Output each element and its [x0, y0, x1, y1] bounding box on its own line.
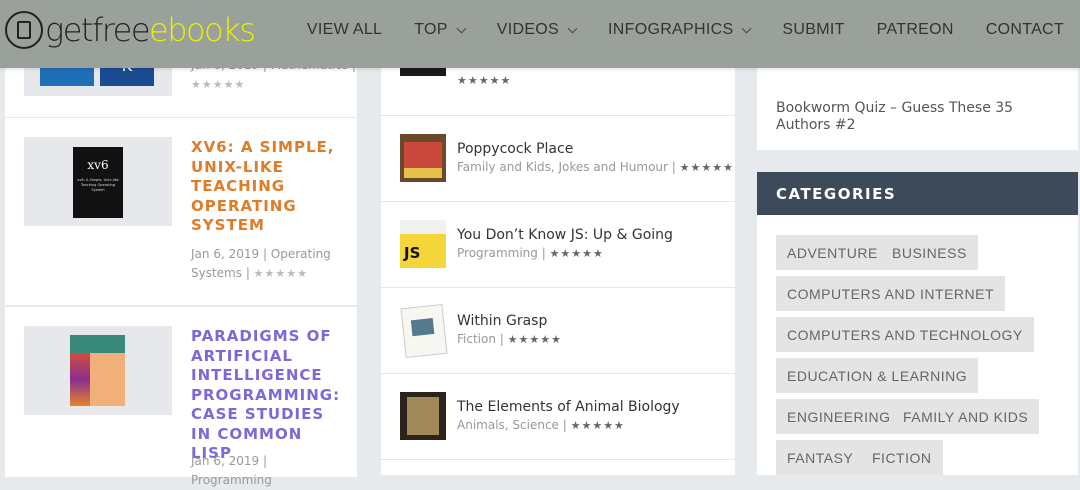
rating-stars: ★★★★★ — [457, 74, 512, 87]
book-cover-thumbnail[interactable]: xv6 xv6: A Simple, Unix-like Teaching Op… — [24, 137, 172, 226]
book-title-link[interactable]: Poppycock Place — [457, 141, 573, 157]
book-cover-xv6: xv6 xv6: A Simple, Unix-like Teaching Op… — [73, 147, 123, 218]
rating-stars: ★★★★★ — [507, 333, 562, 346]
book-cover-thumbnail[interactable] — [24, 326, 172, 415]
category-tag-computers-and-internet[interactable]: COMPUTERS AND INTERNET — [776, 276, 1006, 311]
category-tag-business[interactable]: BUSINESS — [881, 235, 978, 270]
logo-text-ebooks: ebooks — [149, 11, 256, 49]
book-list: ★★★★★ Poppycock Place Family and Kids, J… — [381, 0, 735, 475]
category-link[interactable]: Systems — [191, 266, 242, 280]
category-tag-fiction[interactable]: FICTION — [861, 440, 943, 475]
nav-videos[interactable]: VIDEOS — [497, 21, 578, 39]
logo-text-getfree: getfree — [45, 11, 151, 49]
quiz-link[interactable]: Bookworm Quiz – Guess These 35 Authors #… — [776, 100, 1066, 134]
book-title-link[interactable]: You Don’t Know JS: Up & Going — [457, 227, 673, 243]
book-icon — [5, 11, 43, 49]
category-link[interactable]: Animals, Science — [457, 418, 559, 432]
rating-stars: ★★★★★ — [549, 247, 604, 260]
book-meta: Jan 6, 2019 | Programming — [191, 454, 272, 487]
category-link[interactable]: Operating — [271, 247, 331, 261]
category-tag-engineering[interactable]: ENGINEERING — [776, 399, 902, 434]
category-tag-fantasy[interactable]: FANTASY — [776, 440, 865, 475]
book-cover-thumbnail[interactable] — [400, 134, 446, 182]
nav-view-all[interactable]: VIEW ALL — [307, 21, 382, 39]
book-cover-thumbnail[interactable] — [400, 392, 446, 440]
site-logo[interactable]: getfreeebooks — [5, 10, 256, 50]
category-link[interactable]: Programming — [457, 246, 538, 260]
chevron-down-icon — [567, 23, 578, 33]
nav-contact[interactable]: CONTACT — [986, 21, 1064, 39]
book-title-link[interactable]: The Elements of Animal Biology — [457, 399, 680, 415]
category-tag-adventure[interactable]: ADVENTURE — [776, 235, 889, 270]
rating-stars: ★★★★★ — [679, 161, 734, 174]
chevron-down-icon — [456, 23, 467, 33]
book-title-link[interactable]: Within Grasp — [457, 313, 547, 329]
nav-patreon[interactable]: PATREON — [877, 21, 954, 39]
category-tag-family-and-kids[interactable]: FAMILY AND KIDS — [892, 399, 1040, 434]
category-link[interactable]: Programming — [191, 473, 272, 487]
book-card: PARADIGMS OF ARTIFICIAL INTELLIGENCE PRO… — [5, 307, 357, 487]
category-tag-education-learning[interactable]: EDUCATION & LEARNING — [776, 358, 979, 393]
categories-header: CATEGORIES — [757, 172, 1078, 215]
site-header: getfreeebooks VIEW ALL TOP VIDEOS INFOGR… — [0, 0, 1080, 68]
nav-top[interactable]: TOP — [414, 21, 467, 39]
category-tag-computers-and-technology[interactable]: COMPUTERS AND TECHNOLOGY — [776, 317, 1034, 352]
book-card: xv6 xv6: A Simple, Unix-like Teaching Op… — [5, 118, 357, 305]
chevron-down-icon — [741, 23, 752, 33]
rating-stars: ★★★★★ — [570, 419, 625, 432]
book-meta: Jan 6, 2019 | Operating Systems | ★★★★★ — [191, 247, 331, 280]
nav-infographics[interactable]: INFOGRAPHICS — [608, 21, 752, 39]
book-cover-thumbnail[interactable]: JS — [400, 220, 446, 268]
main-nav: VIEW ALL TOP VIDEOS INFOGRAPHICS SUBMIT … — [275, 0, 1080, 60]
book-title-link[interactable]: XV6: A SIMPLE, UNIX-LIKE TEACHING OPERAT… — [191, 138, 341, 236]
category-link[interactable]: Family and Kids, Jokes and Humour — [457, 160, 668, 174]
rating-stars: ★★★★★ — [191, 78, 246, 91]
book-cover-thumbnail[interactable] — [400, 303, 448, 359]
rating-stars: ★★★★★ — [253, 267, 308, 280]
book-title-link[interactable]: PARADIGMS OF ARTIFICIAL INTELLIGENCE PRO… — [191, 327, 341, 464]
category-link[interactable]: Fiction — [457, 332, 496, 346]
book-cover-paip — [70, 335, 125, 406]
nav-submit[interactable]: SUBMIT — [782, 21, 844, 39]
